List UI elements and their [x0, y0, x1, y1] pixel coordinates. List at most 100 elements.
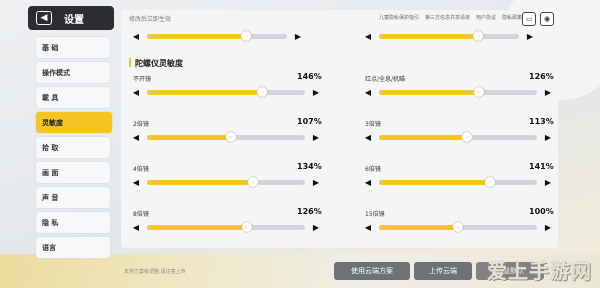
gyro-value: 134%: [297, 162, 322, 171]
slider-fill: [379, 89, 479, 95]
sidebar-item-5[interactable]: 画 面: [36, 162, 110, 183]
slider-thumb[interactable]: ○: [241, 222, 252, 232]
sidebar-item-7[interactable]: 隐 私: [36, 212, 110, 233]
slider-thumb[interactable]: ○: [473, 31, 484, 41]
gyro-slider-1: ◀ ○ ▶: [361, 86, 555, 98]
slider-track[interactable]: ○: [379, 222, 537, 232]
profile-lock-icon[interactable]: ◉: [540, 12, 554, 26]
slider-thumb[interactable]: ○: [225, 132, 236, 142]
settings-panel: 修改后立即生效 儿童隐私保护指引 第三方信息共享清单 用户协议 隐私政策 ▭ ◉…: [121, 10, 558, 248]
increase-arrow-icon[interactable]: ▶: [541, 86, 555, 98]
slider-track[interactable]: ○: [147, 132, 305, 142]
settings-title: 设置: [64, 14, 84, 26]
gyro-slider-4: ◀ ○ ▶: [129, 176, 323, 188]
link-user-agreement[interactable]: 用户协议: [476, 14, 496, 21]
decrease-arrow-icon[interactable]: ◀: [129, 86, 143, 98]
gyro-label: 8倍镜: [133, 211, 149, 218]
slider-thumb[interactable]: ○: [453, 222, 463, 232]
slider-fill: [147, 134, 231, 140]
slider-track[interactable]: ○: [147, 177, 305, 187]
sidebar-item-2[interactable]: 載 具: [36, 87, 110, 108]
slider-track[interactable]: ○: [147, 222, 305, 232]
gyro-value: 146%: [297, 72, 322, 81]
sidebar-item-0[interactable]: 基 础: [36, 37, 110, 58]
decrease-arrow-icon[interactable]: ◀: [129, 176, 143, 188]
decrease-arrow-icon[interactable]: ◀: [361, 176, 375, 188]
ticket-icon[interactable]: ▭: [522, 12, 536, 26]
gyro-slider-0: ◀ ○ ▶: [129, 86, 323, 98]
link-privacy-policy[interactable]: 隐私政策: [502, 14, 522, 21]
slider-thumb[interactable]: ○: [484, 177, 495, 187]
slider-track[interactable]: ○: [379, 132, 537, 142]
top-icons: ▭ ◉: [522, 12, 554, 26]
slider-fill: [379, 179, 490, 185]
decrease-arrow-icon[interactable]: ◀: [129, 221, 143, 233]
gyro-value: 126%: [529, 72, 554, 81]
gyro-value: 107%: [297, 117, 322, 126]
sidebar-item-1[interactable]: 操作模式: [36, 62, 110, 83]
slider-track[interactable]: ○: [147, 31, 287, 41]
decrease-arrow-icon[interactable]: ◀: [361, 131, 375, 143]
gyro-slider-5: ◀ ○ ▶: [361, 176, 555, 188]
increase-arrow-icon[interactable]: ▶: [541, 176, 555, 188]
apply-note: 修改后立即生效: [129, 16, 172, 23]
sidebar-item-8[interactable]: 语言: [36, 237, 110, 258]
increase-arrow-icon[interactable]: ▶: [309, 131, 323, 143]
slider-fill: [147, 224, 247, 230]
sidebar-nav: 基 础操作模式載 具灵敏度拾 取画 面声 音隐 私语言: [36, 37, 112, 262]
decrease-arrow-icon[interactable]: ◀: [129, 131, 143, 143]
link-child-privacy[interactable]: 儿童隐私保护指引: [379, 14, 419, 21]
increase-arrow-icon[interactable]: ▶: [523, 30, 537, 42]
slider-thumb[interactable]: ○: [473, 87, 484, 97]
slider-thumb[interactable]: ○: [462, 132, 473, 142]
increase-arrow-icon[interactable]: ▶: [309, 176, 323, 188]
gyro-label: 2倍镜: [133, 121, 149, 128]
gyro-value: 113%: [529, 117, 554, 126]
use-cloud-button[interactable]: 使用云端方案: [334, 262, 410, 280]
top-slider-right: ◀ ○ ▶: [361, 30, 537, 42]
decrease-arrow-icon[interactable]: ◀: [361, 86, 375, 98]
upload-cloud-button[interactable]: 上传云端: [414, 262, 472, 280]
settings-header: ◀ 设置: [28, 6, 114, 30]
slider-thumb[interactable]: ○: [247, 177, 258, 187]
gyro-label: 红点/全息/机瞄: [365, 76, 406, 83]
slider-fill: [379, 224, 458, 230]
top-slider-left: ◀ ○ ▶: [129, 30, 305, 42]
increase-arrow-icon[interactable]: ▶: [541, 131, 555, 143]
link-third-party[interactable]: 第三方信息共享清单: [425, 14, 470, 21]
gyro-label: 不开镜: [133, 76, 152, 83]
gyro-label: 4倍镜: [133, 166, 149, 173]
slider-thumb[interactable]: ○: [257, 87, 268, 97]
increase-arrow-icon[interactable]: ▶: [309, 86, 323, 98]
gyro-label: 6倍镜: [365, 166, 381, 173]
increase-arrow-icon[interactable]: ▶: [291, 30, 305, 42]
slider-track[interactable]: ○: [379, 177, 537, 187]
slider-thumb[interactable]: ○: [241, 31, 252, 41]
slider-track[interactable]: ○: [379, 87, 537, 97]
decrease-arrow-icon[interactable]: ◀: [129, 30, 143, 42]
watermark-logo: 爱上手游网: [487, 259, 592, 283]
upload-note: 本地方案有调整,请注意上传: [124, 269, 186, 275]
back-icon[interactable]: ◀: [36, 11, 52, 25]
gyro-value: 141%: [529, 162, 554, 171]
gyro-label: 3倍镜: [365, 121, 381, 128]
gyro-value: 100%: [529, 207, 554, 216]
gyro-slider-2: ◀ ○ ▶: [129, 131, 323, 143]
slider-fill: [147, 89, 263, 95]
gyro-slider-7: ◀ ○ ▶: [361, 221, 555, 233]
decrease-arrow-icon[interactable]: ◀: [361, 221, 375, 233]
sidebar-item-4[interactable]: 拾 取: [36, 137, 110, 158]
gyro-label: 15倍镜: [365, 211, 385, 218]
slider-fill: [147, 33, 247, 39]
sidebar-item-3[interactable]: 灵敏度: [36, 112, 112, 133]
policy-links: 儿童隐私保护指引 第三方信息共享清单 用户协议 隐私政策: [379, 14, 522, 21]
sidebar-item-6[interactable]: 声 音: [36, 187, 110, 208]
decrease-arrow-icon[interactable]: ◀: [361, 30, 375, 42]
slider-fill: [379, 134, 468, 140]
slider-track[interactable]: ○: [147, 87, 305, 97]
section-title: 陀螺仪灵敏度: [135, 59, 183, 68]
slider-track[interactable]: ○: [379, 31, 519, 41]
gyro-value: 126%: [297, 207, 322, 216]
increase-arrow-icon[interactable]: ▶: [309, 221, 323, 233]
increase-arrow-icon[interactable]: ▶: [541, 221, 555, 233]
